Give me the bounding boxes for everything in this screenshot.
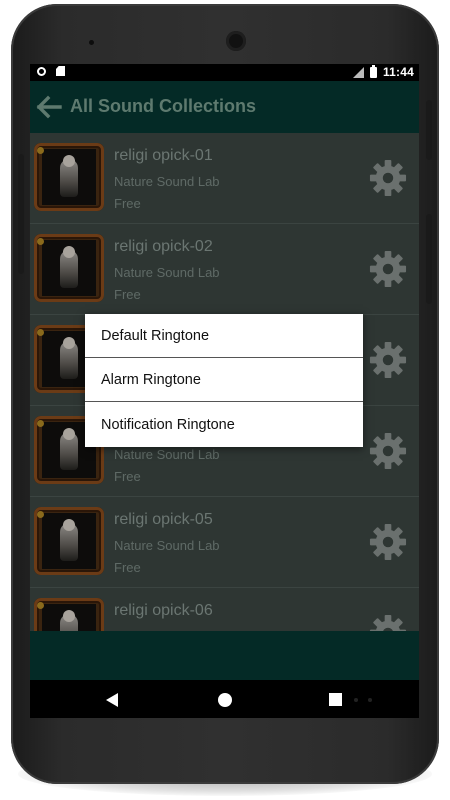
sound-title: religi opick-05 [114, 511, 213, 528]
notification-circle-icon [37, 66, 46, 76]
status-bar: 11:44 [30, 64, 419, 81]
proximity-sensor [89, 40, 94, 45]
power-button [426, 100, 432, 160]
sound-title: religi opick-01 [114, 147, 213, 164]
app-bar: All Sound Collections [30, 81, 419, 133]
ringtone-option[interactable]: Alarm Ringtone [85, 358, 363, 402]
sd-card-icon [56, 66, 65, 76]
sound-title: religi opick-06 [114, 602, 213, 619]
battery-charging-icon [369, 64, 377, 78]
page-title: All Sound Collections [70, 96, 257, 116]
gear-icon[interactable] [369, 523, 407, 561]
navigation-bar [30, 680, 419, 718]
ad-banner-area [30, 631, 419, 680]
list-item[interactable]: religi opick-01 Nature Sound Lab Free [30, 133, 419, 224]
volume-button [18, 154, 24, 274]
sound-publisher: Nature Sound Lab [114, 265, 220, 280]
sound-publisher: Nature Sound Lab [114, 447, 220, 462]
ringtone-dialog: Default Ringtone Alarm Ringtone Notificati… [85, 314, 363, 447]
list-item[interactable]: religi opick-06Nature Sound LabFree [30, 588, 419, 631]
sound-price: Free [114, 560, 141, 575]
nav-recents-icon[interactable] [329, 693, 342, 706]
signal-icon [352, 66, 364, 78]
gear-icon[interactable] [369, 341, 407, 379]
list-item[interactable]: religi opick-05 Nature Sound Lab Free [30, 497, 419, 588]
nav-back-icon[interactable] [106, 693, 118, 707]
list-item[interactable]: religi opick-02 Nature Sound Lab Free [30, 224, 419, 315]
sound-thumbnail [34, 507, 104, 575]
ringtone-option[interactable]: Notification Ringtone [85, 402, 363, 447]
sound-publisher: Nature Sound Lab [114, 174, 220, 189]
gear-icon[interactable] [369, 250, 407, 288]
gear-icon[interactable] [369, 159, 407, 197]
nav-home-icon[interactable] [218, 693, 232, 707]
arrow-left-icon[interactable] [36, 95, 62, 119]
gear-icon[interactable] [369, 432, 407, 470]
sound-thumbnail [34, 234, 104, 302]
sound-price: Free [114, 196, 141, 211]
sound-price: Free [114, 287, 141, 302]
sound-publisher: Nature Sound Lab [114, 538, 220, 553]
nav-dot [368, 698, 372, 702]
sound-thumbnail [34, 598, 104, 631]
sound-thumbnail [34, 143, 104, 211]
sound-title: religi opick-02 [114, 238, 213, 255]
status-time: 11:44 [382, 65, 414, 79]
sound-price: Free [114, 469, 141, 484]
gear-icon[interactable] [369, 614, 407, 631]
side-button [426, 214, 432, 304]
front-camera [226, 31, 246, 51]
ringtone-option[interactable]: Default Ringtone [85, 314, 363, 358]
nav-dot [354, 698, 358, 702]
